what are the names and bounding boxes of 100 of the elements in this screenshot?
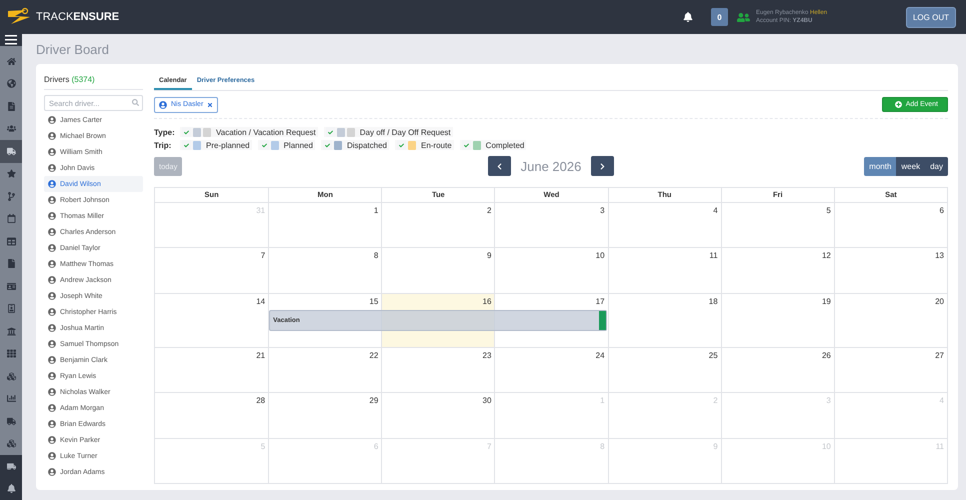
- cubes-icon: [6, 372, 16, 381]
- user-icon: [48, 196, 56, 204]
- user-icon: [48, 164, 56, 172]
- day-number: 31: [256, 206, 266, 215]
- view-button[interactable]: week: [896, 156, 926, 176]
- day-number: 10: [596, 251, 605, 260]
- day-number: 20: [935, 296, 944, 306]
- day-number: 23: [482, 350, 492, 360]
- home-icon: [6, 56, 16, 66]
- color-swatch: [346, 128, 355, 136]
- legend-label: Trip:: [154, 140, 172, 150]
- user-icon: [48, 116, 56, 124]
- day-number: 1: [374, 206, 378, 215]
- cubes-icon: [6, 439, 16, 448]
- user-icon: [48, 436, 56, 444]
- truck-icon[interactable]: [6, 462, 16, 471]
- day-number: 15: [369, 296, 378, 306]
- view-button[interactable]: month: [864, 156, 896, 176]
- logout-button[interactable]: LOG OUT: [906, 6, 956, 28]
- day-number: 13: [935, 251, 944, 260]
- user-icon: [159, 100, 167, 108]
- day-number: 2: [486, 206, 492, 215]
- page-title: Driver Board: [36, 42, 110, 59]
- chart-icon: [6, 394, 16, 404]
- users-icon: [6, 124, 16, 134]
- document-icon: [6, 102, 16, 111]
- day-number: 27: [935, 350, 944, 360]
- day-number: 22: [369, 350, 378, 360]
- logo-text: TRACKENSURE: [36, 11, 120, 23]
- truck-icon: [6, 146, 16, 156]
- day-number: 12: [822, 251, 831, 260]
- user-icon: [48, 308, 56, 316]
- truck-icon: [6, 416, 16, 426]
- user-icon: [48, 180, 56, 188]
- user-icon: [736, 10, 750, 24]
- user-icon: [48, 132, 56, 140]
- day-number: 7: [260, 251, 266, 260]
- menu-icon[interactable]: [5, 35, 17, 45]
- day-number: 5: [260, 442, 266, 451]
- globe-icon: [6, 79, 16, 88]
- day-number: 7: [486, 442, 492, 451]
- day-number: 14: [256, 296, 266, 306]
- drivers-heading: Drivers (5374): [44, 72, 143, 90]
- view-button[interactable]: day: [925, 156, 948, 176]
- day-number: 9: [486, 251, 492, 260]
- legend-text: Planned: [284, 140, 313, 150]
- color-swatch: [203, 128, 211, 136]
- day-number: 4: [940, 396, 944, 406]
- bell-icon[interactable]: [6, 484, 16, 494]
- legend-text: Day off / Day Off Request: [360, 128, 451, 136]
- calendar-icon: [6, 214, 16, 224]
- day-number: 30: [482, 396, 492, 406]
- star-icon: [6, 169, 16, 178]
- branch-icon: [6, 192, 16, 201]
- user-icon: [48, 260, 56, 268]
- legend-label: Type:: [154, 128, 176, 136]
- user-icon: [48, 292, 56, 300]
- color-swatch: [336, 128, 345, 136]
- day-number: 6: [374, 442, 378, 451]
- day-number: 29: [369, 396, 378, 406]
- chevron-right-icon: [599, 162, 606, 170]
- user-icon: [48, 228, 56, 236]
- day-number: 10: [822, 442, 831, 451]
- user-icon: [48, 420, 56, 428]
- user-icon: [48, 212, 56, 220]
- next-button[interactable]: [591, 156, 614, 176]
- user-icon: [48, 148, 56, 156]
- user-icon: [48, 404, 56, 412]
- id-card-icon: [6, 282, 16, 291]
- day-number: 25: [708, 350, 718, 360]
- bell-icon[interactable]: [682, 12, 693, 22]
- badge-icon: [6, 304, 16, 314]
- user-icon: [48, 340, 56, 348]
- day-number: 28: [256, 396, 266, 406]
- day-number: 16: [482, 296, 492, 306]
- sidebar-item[interactable]: [0, 140, 22, 162]
- search-icon: [132, 99, 139, 106]
- user-icon: [48, 468, 56, 476]
- day-number: 18: [708, 296, 718, 306]
- chevron-left-icon: [496, 162, 503, 170]
- day-number: 8: [600, 442, 605, 451]
- day-number: 2: [713, 396, 718, 406]
- day-number: 19: [822, 296, 831, 306]
- previous-button[interactable]: [488, 156, 511, 176]
- day-number: 6: [940, 206, 944, 215]
- legend-text: Vacation / Vacation Request: [216, 128, 316, 136]
- user-icon: [48, 276, 56, 284]
- document-icon: [6, 259, 16, 268]
- day-number: 8: [374, 251, 378, 260]
- day-number: 21: [256, 350, 266, 360]
- day-number: 17: [596, 296, 605, 306]
- user-icon: [48, 244, 56, 252]
- user-icon: [48, 452, 56, 460]
- close-icon[interactable]: [207, 102, 214, 108]
- day-number: 11: [709, 251, 718, 260]
- grid-icon: [6, 349, 16, 358]
- bank-icon: [6, 326, 16, 336]
- notification-badge: 0: [710, 8, 728, 26]
- legend-text: Completed: [486, 140, 524, 150]
- user-icon: [48, 324, 56, 332]
